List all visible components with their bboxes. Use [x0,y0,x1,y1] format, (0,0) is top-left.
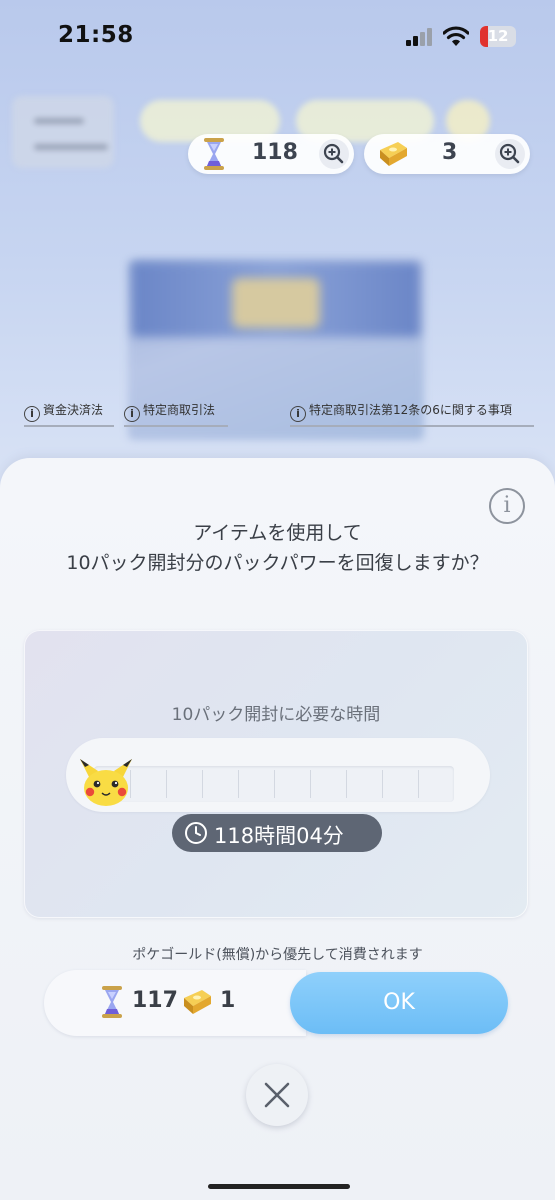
gold-bar-icon [184,990,211,1014]
close-icon [264,1082,290,1108]
info-icon: i [290,406,306,422]
consumption-notice: ポケゴールド(無償)から優先して消費されます [132,947,423,963]
gold-bar-icon [380,142,407,166]
progress-segment-divider [418,770,419,798]
gold-after-count: 1 [220,988,236,1013]
wifi-icon [443,26,469,46]
balance-after-use: 117 1 [44,970,306,1036]
close-button[interactable] [246,1064,308,1126]
gold-count: 3 [442,140,458,165]
legal-link-label: 資金決済法 [43,403,104,417]
background-pack-logo [232,278,320,328]
info-icon: i [24,406,40,422]
legal-link-payment-act[interactable]: i 資金決済法 [24,401,114,427]
hourglass-icon [204,138,224,170]
remaining-time: 118時間04分 [214,824,344,848]
required-time-label: 10パック開封に必要な時間 [171,705,381,725]
legal-link-commercial-act[interactable]: i 特定商取引法 [124,401,228,427]
progress-segment-divider [346,770,347,798]
gold-currency-pill: 3 [364,134,530,174]
zoom-in-icon[interactable] [494,138,526,170]
info-icon: i [124,406,140,422]
legal-link-label: 特定商取引法 [143,403,216,417]
battery-icon: 12 [480,26,516,47]
modal-title-line2: 10パック開封分のパックパワーを回復しますか？ [66,552,489,574]
progress-segment-divider [310,770,311,798]
recover-pack-power-modal: i アイテムを使用して 10パック開封分のパックパワーを回復しますか？ 10パッ… [0,458,555,1200]
modal-title-line1: アイテムを使用して [193,522,362,544]
progress-segment-divider [166,770,167,798]
status-time: 21:58 [58,22,134,48]
hourglass-after-count: 117 [132,988,178,1013]
progress-segment-divider [382,770,383,798]
legal-link-label: 特定商取引法第12条の6に関する事項 [309,403,512,417]
ok-button[interactable]: OK [290,972,508,1034]
zoom-in-icon[interactable] [318,138,350,170]
legal-link-commercial-act-article12[interactable]: i 特定商取引法第12条の6に関する事項 [290,401,534,427]
hourglass-currency-pill: 118 [188,134,354,174]
hourglass-icon [102,986,122,1018]
home-indicator[interactable] [208,1184,350,1189]
hourglass-count: 118 [252,140,298,165]
clock-icon [185,822,207,844]
pack-power-progress-bar [94,766,454,802]
progress-segment-divider [238,770,239,798]
pikachu-icon [80,759,132,806]
status-bar: 21:58 12 [0,0,555,74]
battery-level: 12 [487,27,509,45]
cellular-signal-icon [406,28,434,46]
progress-segment-divider [202,770,203,798]
background-card [12,96,114,168]
time-panel: 10パック開封に必要な時間 118時間04分 [24,630,528,918]
remaining-time-badge: 118時間04分 [172,814,382,852]
progress-segment-divider [274,770,275,798]
